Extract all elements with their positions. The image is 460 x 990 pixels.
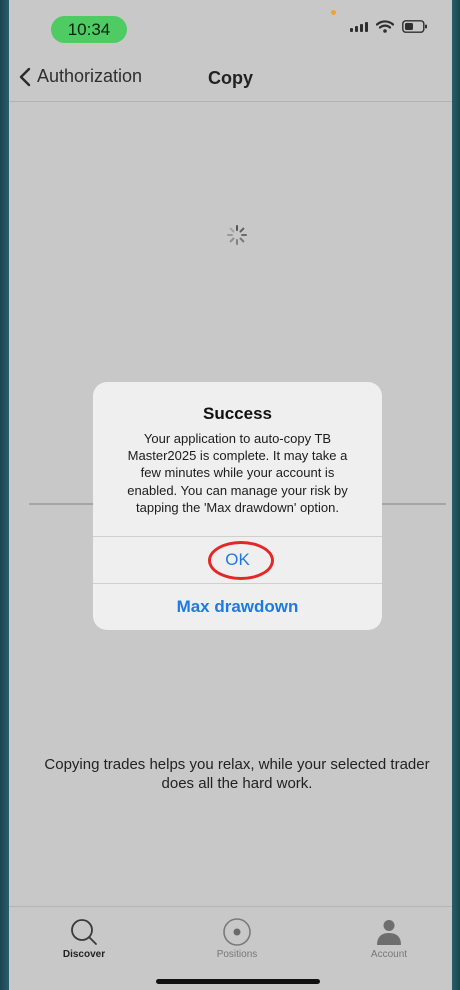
- tab-label: Positions: [216, 949, 258, 960]
- cellular-signal-icon: [350, 21, 368, 32]
- target-icon: [223, 918, 251, 946]
- divider-line-right: [381, 503, 446, 505]
- battery-icon: [402, 20, 428, 33]
- wifi-icon: [376, 20, 394, 33]
- tab-bar: Discover Positions Account: [9, 906, 452, 990]
- search-icon: [71, 919, 97, 945]
- device-edge-left: [0, 0, 9, 990]
- tab-label: Account: [370, 949, 408, 960]
- status-icons: [350, 20, 428, 33]
- alert-message: Your application to auto-copy TB Master2…: [127, 431, 348, 515]
- page-title: Copy: [208, 68, 253, 88]
- home-indicator[interactable]: [156, 979, 320, 984]
- person-icon: [377, 920, 401, 945]
- device-edge-right: [452, 0, 460, 990]
- success-alert-dialog: Success Your application to auto-copy TB…: [93, 382, 382, 630]
- ok-button[interactable]: OK: [93, 537, 382, 583]
- tab-discover[interactable]: Discover: [29, 907, 139, 967]
- tab-account[interactable]: Account: [334, 907, 444, 967]
- tab-positions[interactable]: Positions: [182, 907, 292, 967]
- loading-spinner-icon: [227, 225, 247, 245]
- divider-line-left: [29, 503, 94, 505]
- alert-title: Success: [203, 404, 272, 423]
- privacy-indicator-dot: [331, 10, 336, 15]
- tab-label: Discover: [62, 949, 106, 960]
- description-text: Copying trades helps you relax, while yo…: [44, 756, 430, 792]
- status-time: 10:34: [51, 16, 127, 43]
- navigation-bar: Authorization Copy: [9, 56, 452, 102]
- max-drawdown-button[interactable]: Max drawdown: [93, 584, 382, 630]
- phone-screen: 10:34 Authorization Copy Copying trades …: [9, 0, 452, 990]
